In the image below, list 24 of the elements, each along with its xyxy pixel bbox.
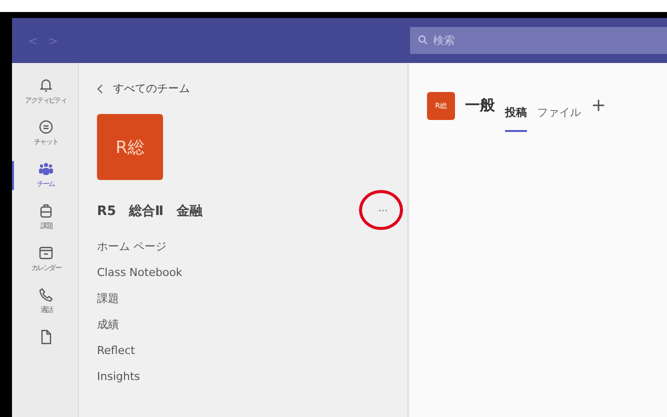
team-avatar: R総 <box>97 114 163 180</box>
search-field[interactable]: 検索 <box>410 27 667 54</box>
team-menu-item[interactable]: 課題 <box>97 290 407 308</box>
chevron-left-icon <box>97 84 103 94</box>
backpack-icon <box>38 203 54 219</box>
all-teams-link[interactable]: すべてのチーム <box>97 81 407 96</box>
channel-tab[interactable]: ファイル <box>537 93 581 132</box>
team-menu-item[interactable]: 成績 <box>97 316 407 334</box>
bell-icon <box>38 77 54 93</box>
team-menu-item[interactable]: Reflect <box>97 342 407 360</box>
channel-name: 一般 <box>465 96 495 115</box>
team-menu-item[interactable]: Insights <box>97 368 407 386</box>
back-link-label: すべてのチーム <box>113 81 190 96</box>
more-options-button[interactable]: ··· <box>378 206 388 216</box>
team-menu-item[interactable]: Class Notebook <box>97 264 407 282</box>
phone-icon <box>38 287 54 303</box>
people-icon <box>38 161 54 177</box>
chat-bubble-icon <box>38 119 54 135</box>
team-name: R5 総合Ⅱ 金融 <box>97 203 203 220</box>
add-tab-button[interactable]: + <box>591 95 606 116</box>
calendar-icon <box>38 245 54 261</box>
highlight-circle <box>359 190 403 230</box>
team-menu-item[interactable]: ホーム ページ <box>97 238 407 256</box>
channel-tab[interactable]: 投稿 <box>505 93 527 132</box>
